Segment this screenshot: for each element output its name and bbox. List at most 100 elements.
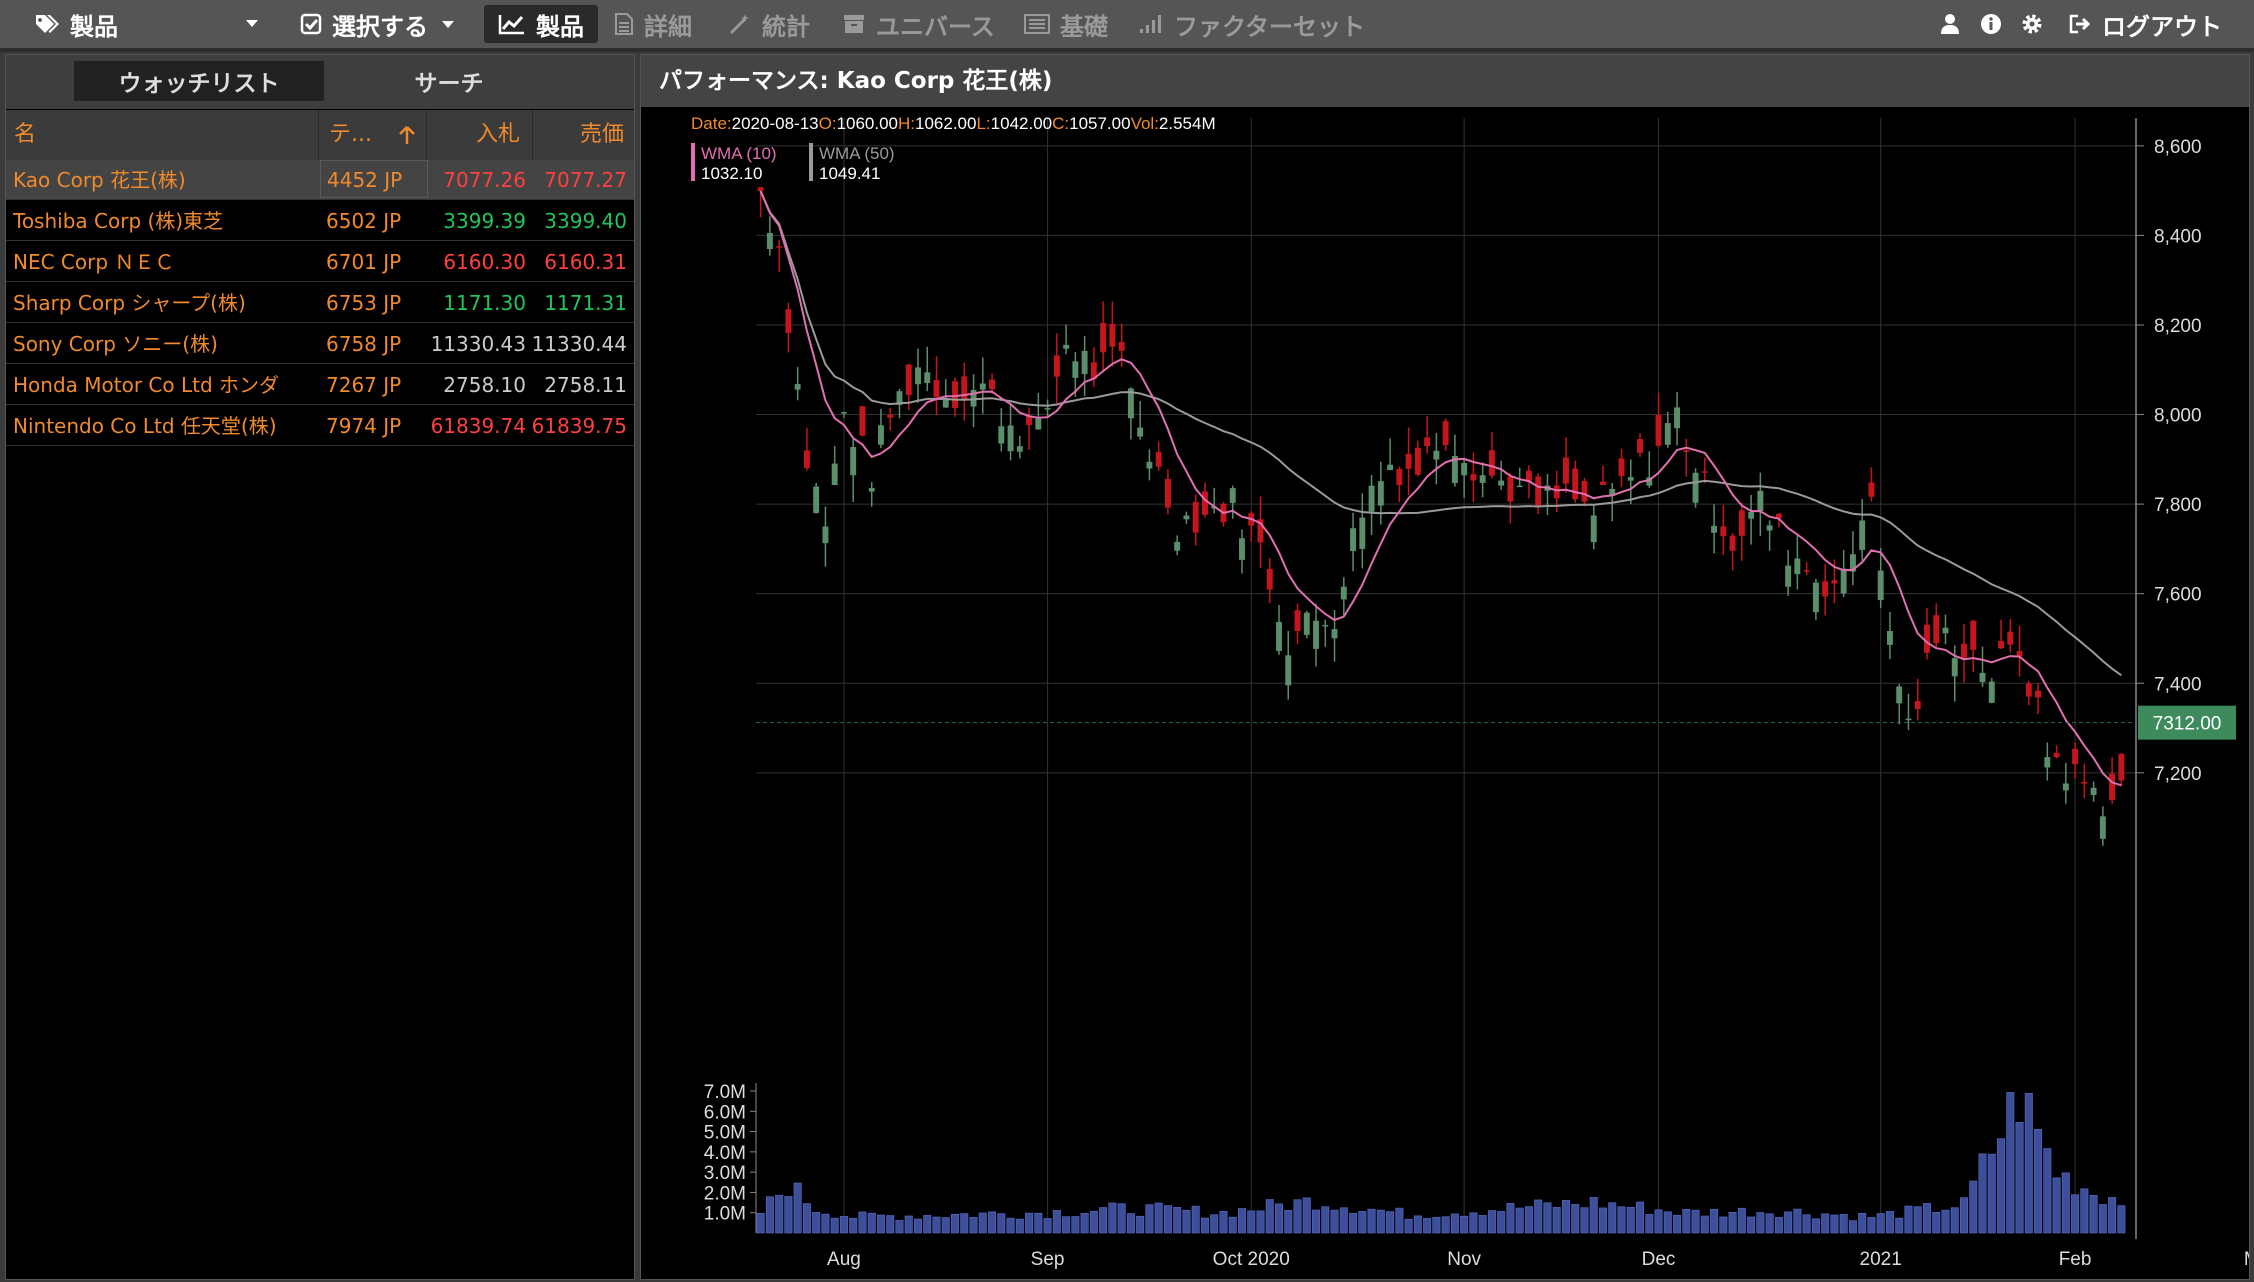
table-row[interactable]: NEC Corp ＮＥＣ 6701 JP 6160.30 6160.31 <box>6 242 634 282</box>
volume-bar <box>978 1212 987 1234</box>
table-row[interactable]: Nintendo Co Ltd 任天堂(株) 7974 JP 61839.74 618… <box>6 406 634 446</box>
x-axis-tick-label: Dec <box>1642 1249 1676 1270</box>
tab-statistics[interactable]: 統計 <box>728 0 810 48</box>
table-row[interactable]: Kao Corp 花王(株) 4452 JP 7077.26 7077.27 <box>6 160 634 200</box>
volume-axis-tick-label: 2.0M <box>704 1183 746 1204</box>
tab-watchlist[interactable]: ウォッチリスト <box>74 61 324 101</box>
tab-products-label: 製品 <box>536 12 584 41</box>
candle-body <box>822 526 829 544</box>
candle-body <box>1692 472 1699 503</box>
candle-body <box>1229 488 1236 503</box>
row-name: Toshiba Corp (株)東芝 <box>13 209 224 233</box>
info-button[interactable] <box>1980 0 2012 48</box>
candle-body <box>1507 476 1514 502</box>
volume-bar <box>1719 1216 1728 1234</box>
ohlc-h: 1062.00 <box>915 114 976 133</box>
volume-bar <box>1089 1210 1098 1234</box>
volume-bar <box>765 1196 774 1234</box>
candle-body <box>1479 475 1486 483</box>
candle-body <box>1664 423 1671 445</box>
volume-bar <box>802 1203 811 1234</box>
table-row[interactable]: Toshiba Corp (株)東芝 6502 JP 3399.39 3399.40 <box>6 201 634 241</box>
candle-body <box>1368 485 1375 512</box>
volume-bar <box>812 1212 821 1234</box>
candle-body <box>2053 752 2060 758</box>
candle-body <box>1201 491 1208 515</box>
volume-bar <box>997 1213 1006 1234</box>
tab-search[interactable]: サーチ <box>324 61 574 101</box>
candle-body <box>794 384 801 390</box>
tab-universe[interactable]: ユニバース <box>842 0 995 48</box>
candle-body <box>1192 501 1199 533</box>
candle-body <box>1822 581 1829 597</box>
tags-icon <box>36 15 59 33</box>
select-menu[interactable]: 選択する <box>300 0 466 48</box>
volume-bar <box>1682 1209 1691 1234</box>
column-header-ask[interactable]: 売価 <box>533 110 634 160</box>
table-row[interactable]: Sony Corp ソニー(株) 6758 JP 11330.43 11330.44 <box>6 324 634 364</box>
legend-swatch <box>691 143 695 181</box>
candle-body <box>952 381 958 408</box>
volume-bar <box>1765 1213 1774 1234</box>
candle-body <box>1322 624 1329 627</box>
candle-body <box>1414 447 1421 475</box>
candle-body <box>1433 450 1440 460</box>
volume-bar <box>2024 1092 2033 1234</box>
row-bid: 61839.74 <box>430 414 526 438</box>
table-row[interactable]: Honda Motor Co Ltd ホンダ 7267 JP 2758.10 2758… <box>6 365 634 405</box>
volume-bar <box>793 1182 802 1234</box>
volume-bar <box>2006 1092 2015 1234</box>
settings-button[interactable] <box>2020 0 2054 48</box>
candle-body <box>1590 515 1597 543</box>
table-header: 名 テ... 入札 売価 <box>6 110 634 160</box>
row-name: NEC Corp ＮＥＣ <box>13 250 175 274</box>
tab-fundamentals[interactable]: 基礎 <box>1024 0 1108 48</box>
products-menu[interactable]: 製品 <box>34 0 258 48</box>
x-axis-tick-label: Nov <box>1447 1249 1481 1270</box>
candle-body <box>2109 773 2116 801</box>
volume-bar <box>1997 1138 2006 1234</box>
candle-body <box>1701 471 1708 473</box>
volume-bar <box>1895 1217 1904 1234</box>
volume-axis-tick-label: 1.0M <box>704 1204 746 1225</box>
price-chart[interactable]: 8,600 8,400 8,200 8,000 7,800 7,600 7,400 7,200… <box>641 108 2249 1279</box>
volume-bar <box>1515 1207 1524 1234</box>
volume-bar <box>1423 1218 1432 1234</box>
column-header-name[interactable]: 名 <box>6 110 319 160</box>
column-header-ticker[interactable]: テ... <box>319 110 427 160</box>
candle-body <box>785 309 792 333</box>
table-row[interactable]: Sharp Corp シャープ(株) 6753 JP 1171.30 1171.31 <box>6 283 634 323</box>
products-menu-label: 製品 <box>70 12 118 41</box>
tab-details[interactable]: 詳細 <box>614 0 692 48</box>
user-button[interactable] <box>1940 0 1970 48</box>
candle-body <box>1118 342 1125 351</box>
y-axis-tick-label: 7,800 <box>2154 495 2202 516</box>
volume-bar <box>1654 1209 1663 1234</box>
ohlc-date: 2020-08-13 <box>732 114 819 133</box>
candle-body <box>1331 629 1338 639</box>
logout-button[interactable]: ログアウト <box>2068 0 2222 48</box>
row-ask: 61839.75 <box>531 414 627 438</box>
volume-bar <box>1830 1214 1839 1234</box>
volume-bar <box>941 1217 950 1234</box>
candle-body <box>1035 418 1042 430</box>
tab-products-chart[interactable]: 製品 <box>484 5 598 43</box>
column-header-bid[interactable]: 入札 <box>427 110 533 160</box>
candle-body <box>1396 469 1403 486</box>
candle-body <box>1155 451 1162 467</box>
candle-body <box>1711 525 1718 533</box>
candle-body <box>1350 528 1357 552</box>
volume-bar <box>1784 1211 1793 1234</box>
candle-body <box>1313 620 1319 649</box>
list-icon <box>1024 14 1050 34</box>
volume-bar <box>1524 1206 1533 1234</box>
candle-body <box>1627 477 1634 481</box>
ohlc-vol-label: Vol: <box>1131 114 1159 133</box>
volume-bar <box>849 1217 858 1234</box>
volume-bar <box>886 1215 895 1234</box>
volume-bar <box>1969 1180 1978 1234</box>
volume-bar <box>1478 1215 1487 1234</box>
tab-factorset[interactable]: ファクターセット <box>1138 0 1365 48</box>
candle-body <box>1757 490 1764 511</box>
watchlist-panel: ウォッチリスト サーチ 名 テ... 入札 売価 Kao Corp 花王(株) 4… <box>5 54 635 1280</box>
